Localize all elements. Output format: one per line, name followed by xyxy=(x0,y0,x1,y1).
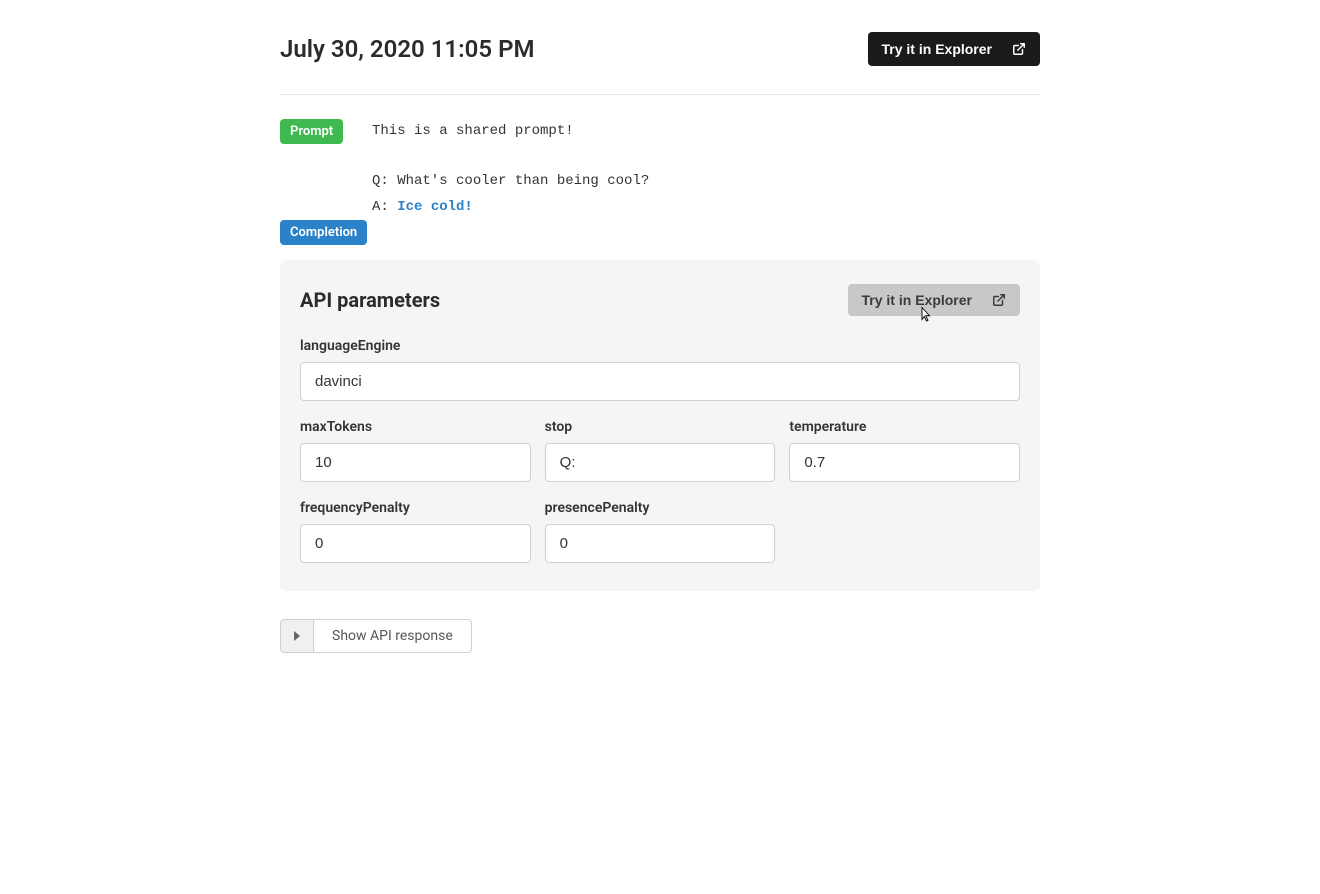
prompt-badge: Prompt xyxy=(280,119,343,144)
external-link-icon xyxy=(1012,42,1026,56)
caret-right-icon xyxy=(281,620,314,652)
label-presencePenalty: presencePenalty xyxy=(545,500,776,516)
show-api-response-toggle[interactable]: Show API response xyxy=(280,619,472,653)
prompt-line1: This is a shared prompt! xyxy=(372,123,574,139)
label-frequencyPenalty: frequencyPenalty xyxy=(300,500,531,516)
label-temperature: temperature xyxy=(789,419,1020,435)
field-temperature: temperature xyxy=(789,419,1020,482)
try-button-label: Try it in Explorer xyxy=(882,41,992,57)
try-in-explorer-button-panel[interactable]: Try it in Explorer xyxy=(848,284,1020,316)
completion-text: Ice cold! xyxy=(397,199,473,215)
prompt-line3-prefix: A: xyxy=(372,199,397,215)
completion-badge: Completion xyxy=(280,220,367,245)
show-response-label: Show API response xyxy=(314,620,471,652)
header-row: July 30, 2020 11:05 PM Try it in Explore… xyxy=(280,32,1040,66)
field-maxTokens: maxTokens xyxy=(300,419,531,482)
field-frequencyPenalty: frequencyPenalty xyxy=(300,500,531,563)
field-languageEngine: languageEngine xyxy=(300,338,1020,401)
input-frequencyPenalty[interactable] xyxy=(300,524,531,563)
external-link-icon xyxy=(992,293,1006,307)
input-stop[interactable] xyxy=(545,443,776,482)
input-temperature[interactable] xyxy=(789,443,1020,482)
field-presencePenalty: presencePenalty xyxy=(545,500,776,563)
input-languageEngine[interactable] xyxy=(300,362,1020,401)
field-stop: stop xyxy=(545,419,776,482)
api-title: API parameters xyxy=(300,288,440,312)
try-button-label-panel: Try it in Explorer xyxy=(862,292,972,308)
page-timestamp: July 30, 2020 11:05 PM xyxy=(280,35,534,63)
label-maxTokens: maxTokens xyxy=(300,419,531,435)
input-presencePenalty[interactable] xyxy=(545,524,776,563)
input-maxTokens[interactable] xyxy=(300,443,531,482)
label-stop: stop xyxy=(545,419,776,435)
try-in-explorer-button-top[interactable]: Try it in Explorer xyxy=(868,32,1040,66)
api-parameters-panel: API parameters Try it in Explorer xyxy=(280,260,1040,591)
prompt-content: This is a shared prompt! Q: What's coole… xyxy=(372,119,1040,220)
divider xyxy=(280,94,1040,95)
prompt-section: Prompt Completion This is a shared promp… xyxy=(280,119,1040,220)
prompt-line2: Q: What's cooler than being cool? xyxy=(372,173,649,189)
api-header: API parameters Try it in Explorer xyxy=(300,284,1020,316)
label-languageEngine: languageEngine xyxy=(300,338,1020,354)
